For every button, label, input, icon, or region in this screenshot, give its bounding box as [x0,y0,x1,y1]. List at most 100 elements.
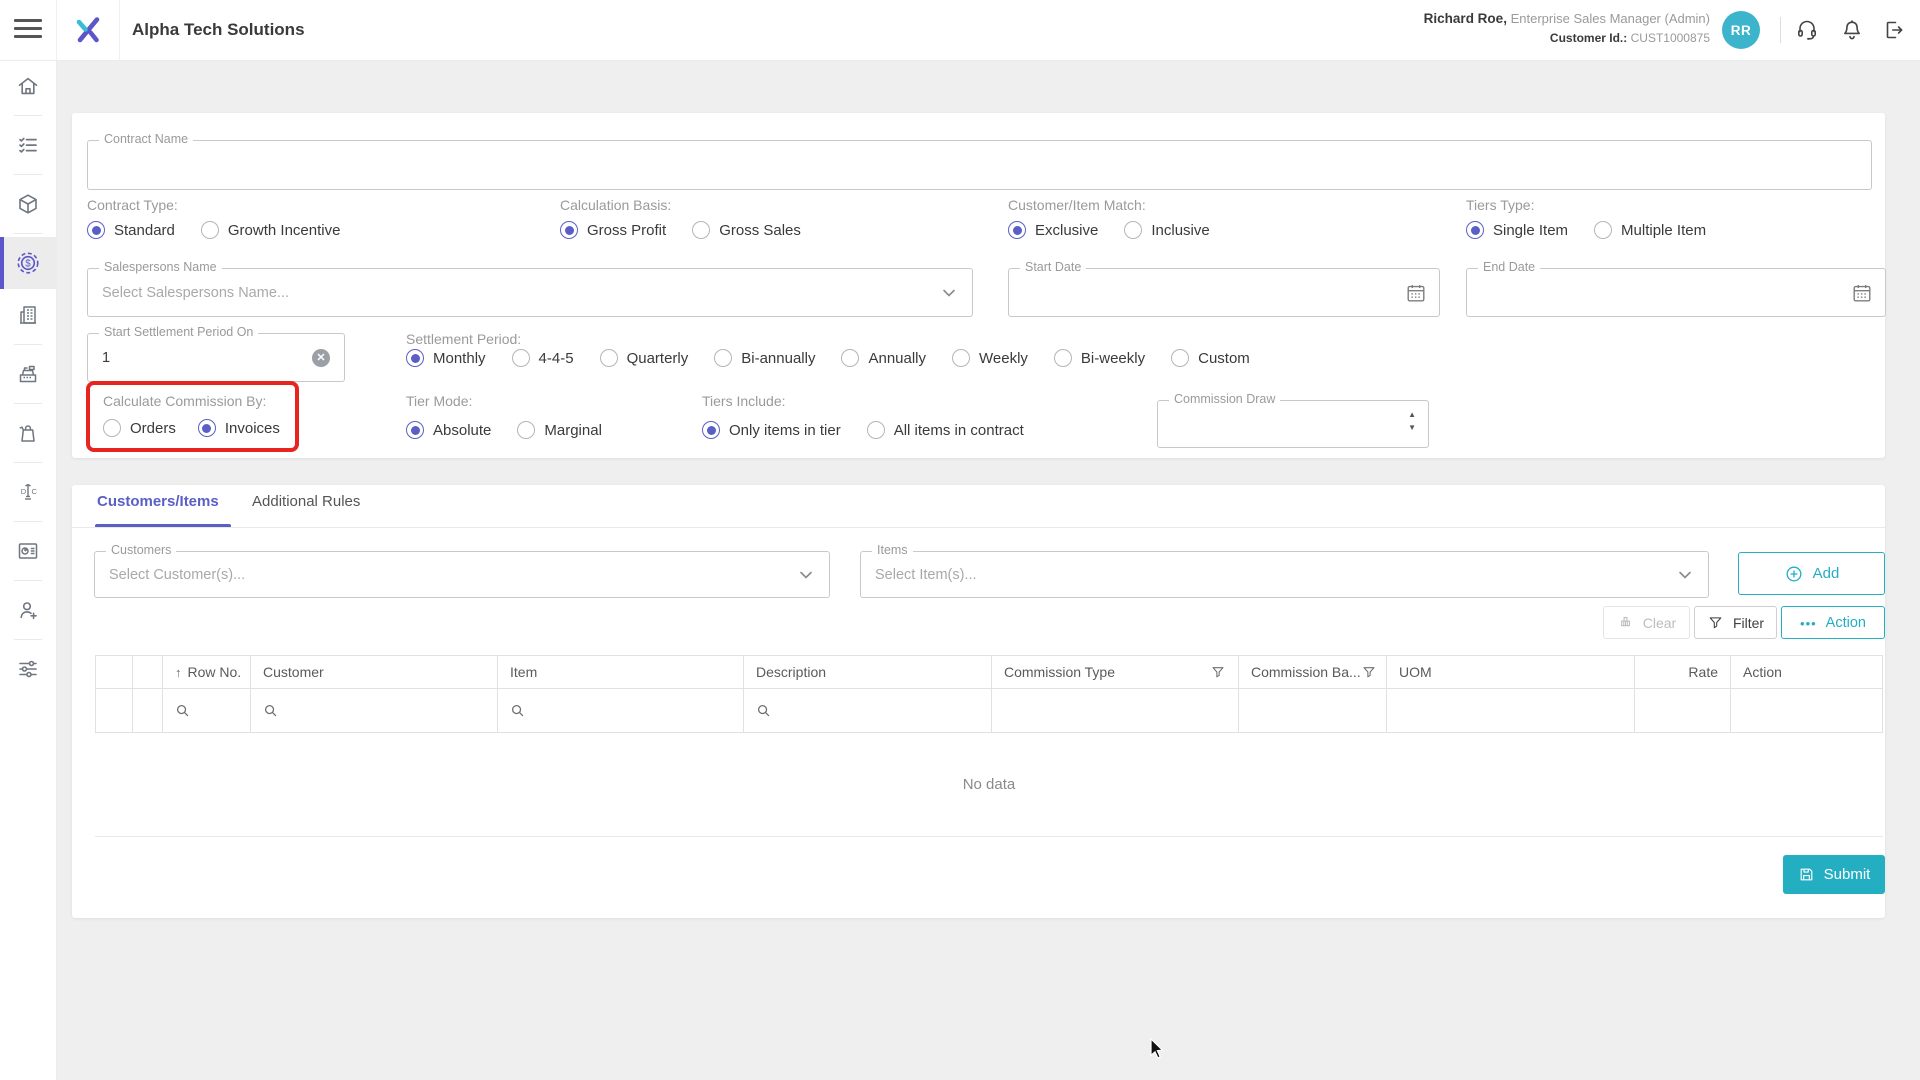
clear-button[interactable]: Clear [1603,606,1690,639]
tiers-include-label: Tiers Include: [702,393,786,409]
sidebar-item-organization[interactable] [0,289,56,341]
radio-annually[interactable]: Annually [841,349,926,367]
radio-multiple-item[interactable]: Multiple Item [1594,221,1706,239]
radio-circle [714,349,732,367]
radio-gross-profit[interactable]: Gross Profit [560,221,666,239]
radio-gross-sales[interactable]: Gross Sales [692,221,801,239]
radio-bi-annually[interactable]: Bi-annually [714,349,815,367]
search-row-no[interactable] [163,689,251,732]
radio-quarterly[interactable]: Quarterly [600,349,689,367]
radio-growth-incentive[interactable]: Growth Incentive [201,221,341,239]
calculate-commission-by-group: Orders Invoices [103,419,280,437]
sidebar-separator [14,174,42,175]
sidebar-item-commission[interactable]: $ [0,237,56,289]
sidebar-item-cash-register[interactable] [0,348,56,400]
avatar[interactable]: RR [1722,11,1760,49]
radio-monthly[interactable]: Monthly [406,349,486,367]
sidebar-item-add-user[interactable] [0,584,56,636]
stepper-down-icon[interactable]: ▼ [1408,424,1416,431]
items-field: Items [860,551,1709,598]
search-customer[interactable] [251,689,498,732]
end-date-input[interactable] [1467,269,1885,316]
number-stepper[interactable]: ▲▼ [1408,411,1416,431]
calendar-icon[interactable] [1851,282,1873,304]
salespersons-select-input[interactable] [88,269,972,316]
radio-4-4-5[interactable]: 4-4-5 [512,349,574,367]
search-cell-blank [95,689,133,732]
tab-customers-items[interactable]: Customers/Items [97,493,219,510]
notifications-bell-icon[interactable] [1840,18,1864,42]
radio-absolute[interactable]: Absolute [406,421,491,439]
radio-bi-weekly[interactable]: Bi-weekly [1054,349,1145,367]
sidebar-separator [14,233,42,234]
stepper-up-icon[interactable]: ▲ [1408,411,1416,418]
logout-icon[interactable] [1882,18,1906,42]
start-settlement-input[interactable] [88,334,344,381]
radio-exclusive[interactable]: Exclusive [1008,221,1098,239]
radio-all-items-in-contract[interactable]: All items in contract [867,421,1024,439]
radio-weekly[interactable]: Weekly [952,349,1028,367]
radio-single-item[interactable]: Single Item [1466,221,1568,239]
radio-circle [1466,221,1484,239]
search-action [1731,689,1883,732]
header-cell-rate[interactable]: Rate [1635,656,1731,688]
sort-arrow-icon[interactable]: ↑ [175,665,182,680]
app-title: Alpha Tech Solutions [132,0,305,60]
sidebar-item-debit-credit[interactable]: DC [0,466,56,518]
header-cell-customer[interactable]: Customer [251,656,498,688]
radio-circle [867,421,885,439]
sidebar-item-package[interactable] [0,178,56,230]
sidebar-item-reports[interactable] [0,525,56,577]
filter-button[interactable]: Filter [1694,606,1777,639]
radio-custom[interactable]: Custom [1171,349,1250,367]
radio-circle [517,421,535,439]
search-uom[interactable] [1387,689,1635,732]
action-button[interactable]: ••• Action [1781,606,1885,639]
settlement-period-label: Settlement Period: [406,331,521,347]
tab-additional-rules[interactable]: Additional Rules [252,493,360,510]
header-cell-commission-basis[interactable]: Commission Ba... [1239,656,1387,688]
header-cell-row-no[interactable]: ↑Row No. [163,656,251,688]
app-logo[interactable] [56,0,120,60]
search-commission-type[interactable] [992,689,1239,732]
chevron-down-icon[interactable] [940,284,958,302]
calendar-icon[interactable] [1405,282,1427,304]
contract-lines-table: ↑Row No. Customer Item Description Commi… [95,655,1883,837]
user-role: Enterprise Sales Manager (Admin) [1511,11,1710,26]
sidebar-item-checklist[interactable] [0,119,56,171]
header-cell-uom[interactable]: UOM [1387,656,1635,688]
radio-only-items-in-tier[interactable]: Only items in tier [702,421,841,439]
search-rate[interactable] [1635,689,1731,732]
sidebar-item-purchases[interactable] [0,407,56,459]
search-item[interactable] [498,689,744,732]
user-info: Richard Roe, Enterprise Sales Manager (A… [1290,9,1710,47]
filter-funnel-icon[interactable] [1361,664,1377,680]
menu-icon[interactable] [14,19,42,41]
radio-inclusive[interactable]: Inclusive [1124,221,1209,239]
search-commission-basis[interactable] [1239,689,1387,732]
submit-button[interactable]: Submit [1783,855,1885,894]
radio-orders[interactable]: Orders [103,419,176,437]
clear-value-icon[interactable]: ✕ [312,349,330,367]
commission-draw-input[interactable] [1158,401,1428,447]
chevron-down-icon[interactable] [1676,566,1694,584]
radio-invoices[interactable]: Invoices [198,419,280,437]
svg-text:$: $ [25,258,31,269]
contract-name-input[interactable] [88,141,1871,189]
header-cell-description[interactable]: Description [744,656,992,688]
radio-marginal[interactable]: Marginal [517,421,602,439]
chevron-down-icon[interactable] [797,566,815,584]
add-button[interactable]: Add [1738,552,1885,595]
radio-standard[interactable]: Standard [87,221,175,239]
filter-funnel-icon[interactable] [1210,664,1226,680]
start-date-input[interactable] [1009,269,1439,316]
support-headset-icon[interactable] [1795,18,1819,42]
app-header: Alpha Tech Solutions Richard Roe, Enterp… [0,0,1920,61]
header-cell-commission-type[interactable]: Commission Type [992,656,1239,688]
customers-select-input[interactable] [95,552,829,597]
sidebar-item-home[interactable] [0,60,56,112]
header-cell-item[interactable]: Item [498,656,744,688]
sidebar-item-preferences[interactable] [0,643,56,695]
items-select-input[interactable] [861,552,1708,597]
search-description[interactable] [744,689,992,732]
